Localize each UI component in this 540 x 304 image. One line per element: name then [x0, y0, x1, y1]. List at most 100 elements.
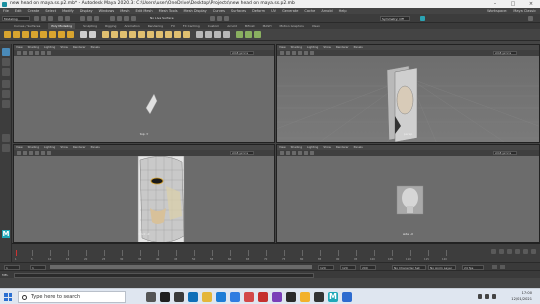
smooth-shade-icon[interactable] [298, 51, 302, 55]
smooth-icon[interactable] [120, 31, 127, 38]
go-to-start-icon[interactable] [491, 249, 496, 254]
camera-icon[interactable] [280, 51, 284, 55]
paint-select-icon[interactable] [2, 68, 10, 76]
taskbar-search-input[interactable]: Type here to search [18, 291, 126, 303]
render-settings-icon[interactable] [224, 16, 229, 21]
app-icon[interactable] [160, 292, 170, 302]
mail-icon[interactable] [230, 292, 240, 302]
viewport-persp[interactable]: View Shading Lighting Show Renderer Pane… [276, 44, 540, 143]
render-icon[interactable] [210, 16, 215, 21]
app-icon[interactable] [174, 292, 184, 302]
rotate-tool-icon[interactable] [2, 90, 10, 98]
planar-map-icon[interactable] [245, 31, 252, 38]
range-bar[interactable] [50, 265, 312, 269]
color-space-dropdown[interactable]: sRGB gamma [493, 151, 517, 155]
maya-taskbar-icon[interactable]: M [328, 292, 338, 302]
undo-icon[interactable] [58, 16, 63, 21]
color-space-dropdown[interactable]: sRGB gamma [493, 51, 517, 55]
viewport-canvas[interactable]: persp [277, 56, 539, 142]
multi-cut-icon[interactable] [196, 31, 203, 38]
textured-icon[interactable] [41, 51, 45, 55]
app-icon[interactable] [286, 292, 296, 302]
viewport-canvas[interactable]: front -Z [14, 155, 274, 242]
viewport-canvas[interactable]: top -Y [14, 56, 274, 142]
textured-icon[interactable] [304, 151, 308, 155]
viewport-top[interactable]: View Shading Lighting Show Renderer Pane… [13, 44, 275, 143]
camera-icon[interactable] [17, 51, 21, 55]
taskbar-clock[interactable]: 17:00 12/01/2021 [511, 291, 532, 302]
poly-sphere-icon[interactable] [4, 31, 11, 38]
save-scene-icon[interactable] [48, 16, 53, 21]
xray-icon[interactable] [47, 151, 51, 155]
select-by-component-icon[interactable] [94, 16, 99, 21]
xray-icon[interactable] [310, 151, 314, 155]
battery-icon[interactable] [492, 294, 496, 299]
camera-icon[interactable] [280, 151, 284, 155]
open-scene-icon[interactable] [41, 16, 46, 21]
time-slider[interactable]: 1 5 10 15 20 25 30 35 40 45 50 55 60 65 … [12, 243, 540, 262]
wireframe-icon[interactable] [29, 151, 33, 155]
smooth-shade-icon[interactable] [35, 151, 39, 155]
mel-label[interactable]: MEL [2, 273, 8, 278]
step-forward-icon[interactable] [523, 249, 528, 254]
auto-key-icon[interactable] [492, 265, 497, 269]
volume-icon[interactable] [485, 294, 489, 299]
smooth-shade-icon[interactable] [35, 51, 39, 55]
uv-editor-icon[interactable] [236, 31, 243, 38]
fill-hole-icon[interactable] [183, 31, 190, 38]
attribute-editor-toggle-icon[interactable] [528, 16, 533, 21]
color-space-dropdown[interactable]: sRGB gamma [230, 151, 254, 155]
new-scene-icon[interactable] [34, 16, 39, 21]
app-icon[interactable] [272, 292, 282, 302]
redo-icon[interactable] [65, 16, 70, 21]
app-icon[interactable] [342, 292, 352, 302]
play-backwards-icon[interactable] [507, 249, 512, 254]
poly-disc-icon[interactable] [58, 31, 65, 38]
minimize-icon[interactable]: – [486, 0, 504, 8]
textured-icon[interactable] [304, 51, 308, 55]
network-icon[interactable] [478, 294, 482, 299]
viewport-canvas[interactable]: side -X [277, 156, 539, 242]
snap-point-icon[interactable] [124, 16, 129, 21]
no-live-surface-label[interactable]: No Live Surface [150, 16, 174, 21]
wireframe-icon[interactable] [29, 51, 33, 55]
poly-torus-icon[interactable] [40, 31, 47, 38]
boolean-icon[interactable] [129, 31, 136, 38]
current-time-marker[interactable] [16, 250, 17, 256]
viewport-side[interactable]: View Shading Lighting Show Renderer Pane… [276, 144, 540, 243]
inner-end-field[interactable]: 120 [318, 264, 334, 270]
quad-draw-icon[interactable] [223, 31, 230, 38]
poly-cone-icon[interactable] [31, 31, 38, 38]
grid-icon[interactable] [286, 151, 290, 155]
snap-grid-icon[interactable] [110, 16, 115, 21]
inner-start-field[interactable]: 1 [30, 264, 46, 270]
connect-icon[interactable] [214, 31, 221, 38]
extrude-icon[interactable] [147, 31, 154, 38]
viewport-front[interactable]: View Shading Lighting Show Renderer Pane… [13, 144, 275, 243]
end-time-field[interactable]: 120 [340, 264, 356, 270]
mirror-icon[interactable] [138, 31, 145, 38]
combine-icon[interactable] [102, 31, 109, 38]
poly-plane-icon[interactable] [49, 31, 56, 38]
grid-icon[interactable] [286, 51, 290, 55]
playback-end-field[interactable]: 200 [360, 264, 376, 270]
start-time-field[interactable]: 1 [4, 264, 20, 270]
preferences-icon[interactable] [500, 265, 505, 269]
symmetry-dropdown[interactable]: Symmetry: Off [380, 16, 410, 21]
super-shape-icon[interactable] [80, 31, 87, 38]
bridge-icon[interactable] [156, 31, 163, 38]
ipr-render-icon[interactable] [217, 16, 222, 21]
file-explorer-icon[interactable] [202, 292, 212, 302]
app-icon[interactable] [244, 292, 254, 302]
wireframe-icon[interactable] [292, 151, 296, 155]
move-tool-icon[interactable] [2, 80, 10, 88]
task-view-icon[interactable] [146, 292, 156, 302]
snap-curve-icon[interactable] [117, 16, 122, 21]
wireframe-icon[interactable] [292, 51, 296, 55]
app-icon[interactable] [258, 292, 268, 302]
step-back-icon[interactable] [499, 249, 504, 254]
character-set-dropdown[interactable]: No Character Set [392, 264, 426, 270]
poly-cube-icon[interactable] [13, 31, 20, 38]
anim-layer-dropdown[interactable]: No Anim Layer [428, 264, 456, 270]
select-tool-icon[interactable] [2, 48, 10, 56]
